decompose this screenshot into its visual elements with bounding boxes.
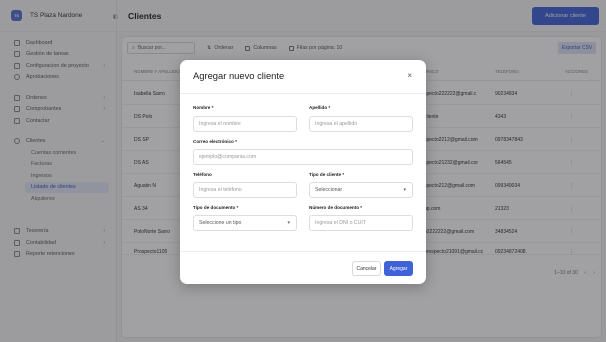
apellido-label: Apellido * <box>309 105 331 110</box>
nombre-placeholder: Ingresa el nombre <box>199 121 241 127</box>
nombre-label: Nombre * <box>193 105 214 110</box>
submit-add-button[interactable]: Agregar <box>384 261 413 276</box>
apellido-placeholder: Ingresa el apellido <box>315 121 358 127</box>
email-label: Correo electrónico * <box>193 139 237 144</box>
numero-documento-field[interactable]: Ingresa el DNI o CUIT <box>309 215 413 231</box>
modal-footer-divider <box>180 251 426 252</box>
tipo-documento-select[interactable]: Seleccione un tipo ▾ <box>193 215 297 231</box>
telefono-placeholder: Ingresa el teléfono <box>199 187 242 193</box>
cancel-button[interactable]: Cancelar <box>352 261 381 276</box>
tipo-documento-label: Tipo de documento * <box>193 205 239 210</box>
modal-title: Agregar nuevo cliente <box>193 70 285 81</box>
telefono-label: Teléfono <box>193 172 212 177</box>
add-client-modal: Agregar nuevo cliente × Nombre * Ingresa… <box>180 60 426 284</box>
tipo-cliente-select[interactable]: Seleccionar ▾ <box>309 182 413 198</box>
telefono-field[interactable]: Ingresa el teléfono <box>193 182 297 198</box>
chevron-down-icon: ▾ <box>403 187 406 193</box>
numero-documento-label: Número de documento * <box>309 205 363 210</box>
tipo-documento-value: Seleccione un tipo <box>199 220 242 226</box>
chevron-down-icon: ▾ <box>287 220 290 226</box>
close-icon[interactable]: × <box>407 71 412 80</box>
modal-divider <box>180 93 426 94</box>
nombre-field[interactable]: Ingresa el nombre <box>193 116 297 132</box>
email-placeholder: ejemplo@compania.com <box>199 154 257 160</box>
tipo-cliente-value: Seleccionar <box>315 187 343 193</box>
numero-documento-placeholder: Ingresa el DNI o CUIT <box>315 220 367 226</box>
apellido-field[interactable]: Ingresa el apellido <box>309 116 413 132</box>
tipo-cliente-label: Tipo de cliente * <box>309 172 345 177</box>
email-field[interactable]: ejemplo@compania.com <box>193 149 413 165</box>
